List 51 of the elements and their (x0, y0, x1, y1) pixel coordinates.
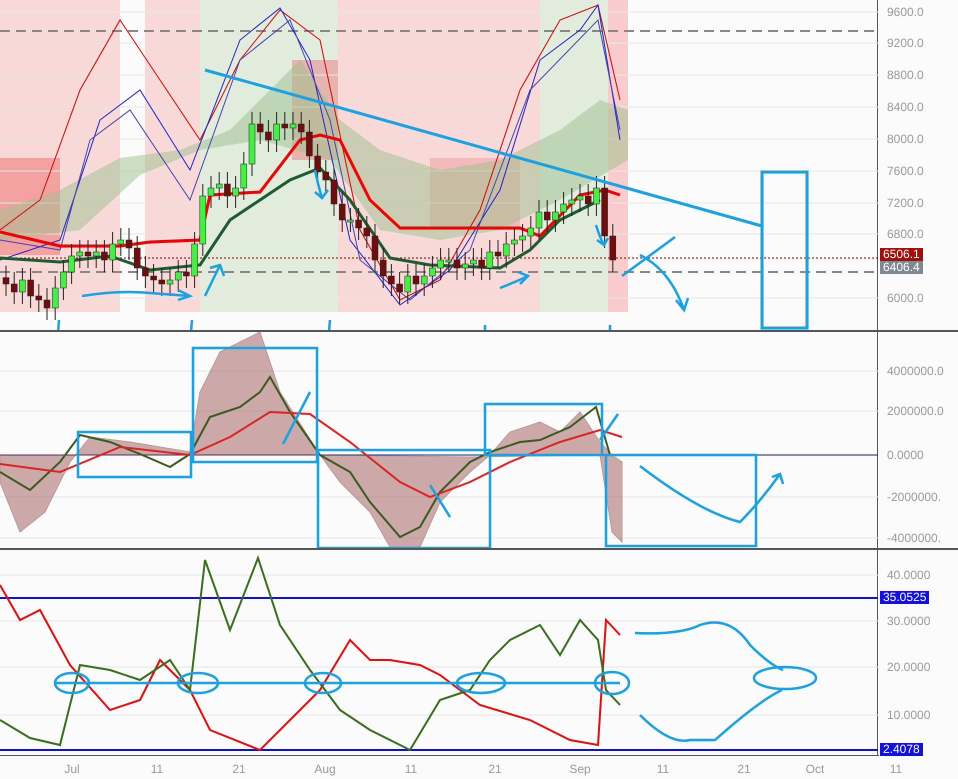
axis-label: 0.0000 (887, 449, 924, 461)
annotation-stroke (428, 484, 452, 518)
date-label: 11 (150, 763, 164, 775)
annotation-ellipse (176, 672, 220, 694)
axis-label: -4000000. (887, 532, 942, 544)
date-label: 11 (890, 763, 902, 775)
annotation-ellipse (752, 666, 818, 690)
price-badge: 35.0525 (880, 591, 930, 604)
date-label: 21 (737, 763, 751, 775)
axis-label: 6800.0 (887, 228, 924, 240)
date-label: 11 (404, 763, 418, 775)
axis-label: 4000000.0 (887, 365, 944, 377)
annotation-stroke (56, 320, 60, 330)
annotation-ellipse (54, 672, 90, 694)
annotation-stroke (326, 320, 332, 330)
annotation-stroke (598, 413, 620, 441)
axis-label: -2000000. (887, 491, 942, 503)
date-label: Oct (806, 763, 824, 775)
axis-label: 8400.0 (887, 101, 924, 113)
annotation-ellipse (594, 670, 630, 696)
annotation-ellipse (304, 672, 342, 694)
axis-label: 8800.0 (887, 69, 924, 81)
date-label: Jul (64, 763, 80, 775)
date-label: 21 (488, 763, 502, 775)
axis-label: 8000.0 (887, 133, 924, 145)
annotation-arrow (314, 168, 330, 200)
price-badge: 2.4078 (880, 743, 923, 756)
price-badge: 6506.1 (880, 248, 923, 261)
axis-label: 2000000.0 (887, 405, 944, 417)
annotation-arrow (638, 254, 690, 312)
date-label: Aug (314, 763, 336, 775)
axis-label: 40.0000 (887, 569, 930, 581)
axis-label: 6000.0 (887, 292, 924, 304)
axis-label: 9200.0 (887, 37, 924, 49)
annotation-stroke (188, 320, 194, 330)
axis-label: 20.0000 (887, 661, 930, 673)
date-label: 21 (232, 763, 246, 775)
annotation-arrow (594, 224, 610, 246)
annotation-stroke (621, 236, 676, 277)
annotation-arrow (204, 263, 226, 298)
axis-label: 9600.0 (887, 6, 924, 18)
axis-label: 30.0000 (887, 615, 930, 627)
date-label: 11 (656, 763, 670, 775)
axis-label: 10.0000 (887, 709, 930, 721)
annotation-ellipse (456, 672, 506, 694)
date-label: Sep (569, 763, 591, 775)
price-badge: 6406.4 (880, 261, 923, 274)
axis-label: 7200.0 (887, 197, 924, 209)
axis-label: 7600.0 (887, 165, 924, 177)
annotation-arrow (498, 270, 530, 290)
annotation-stroke (282, 391, 312, 445)
